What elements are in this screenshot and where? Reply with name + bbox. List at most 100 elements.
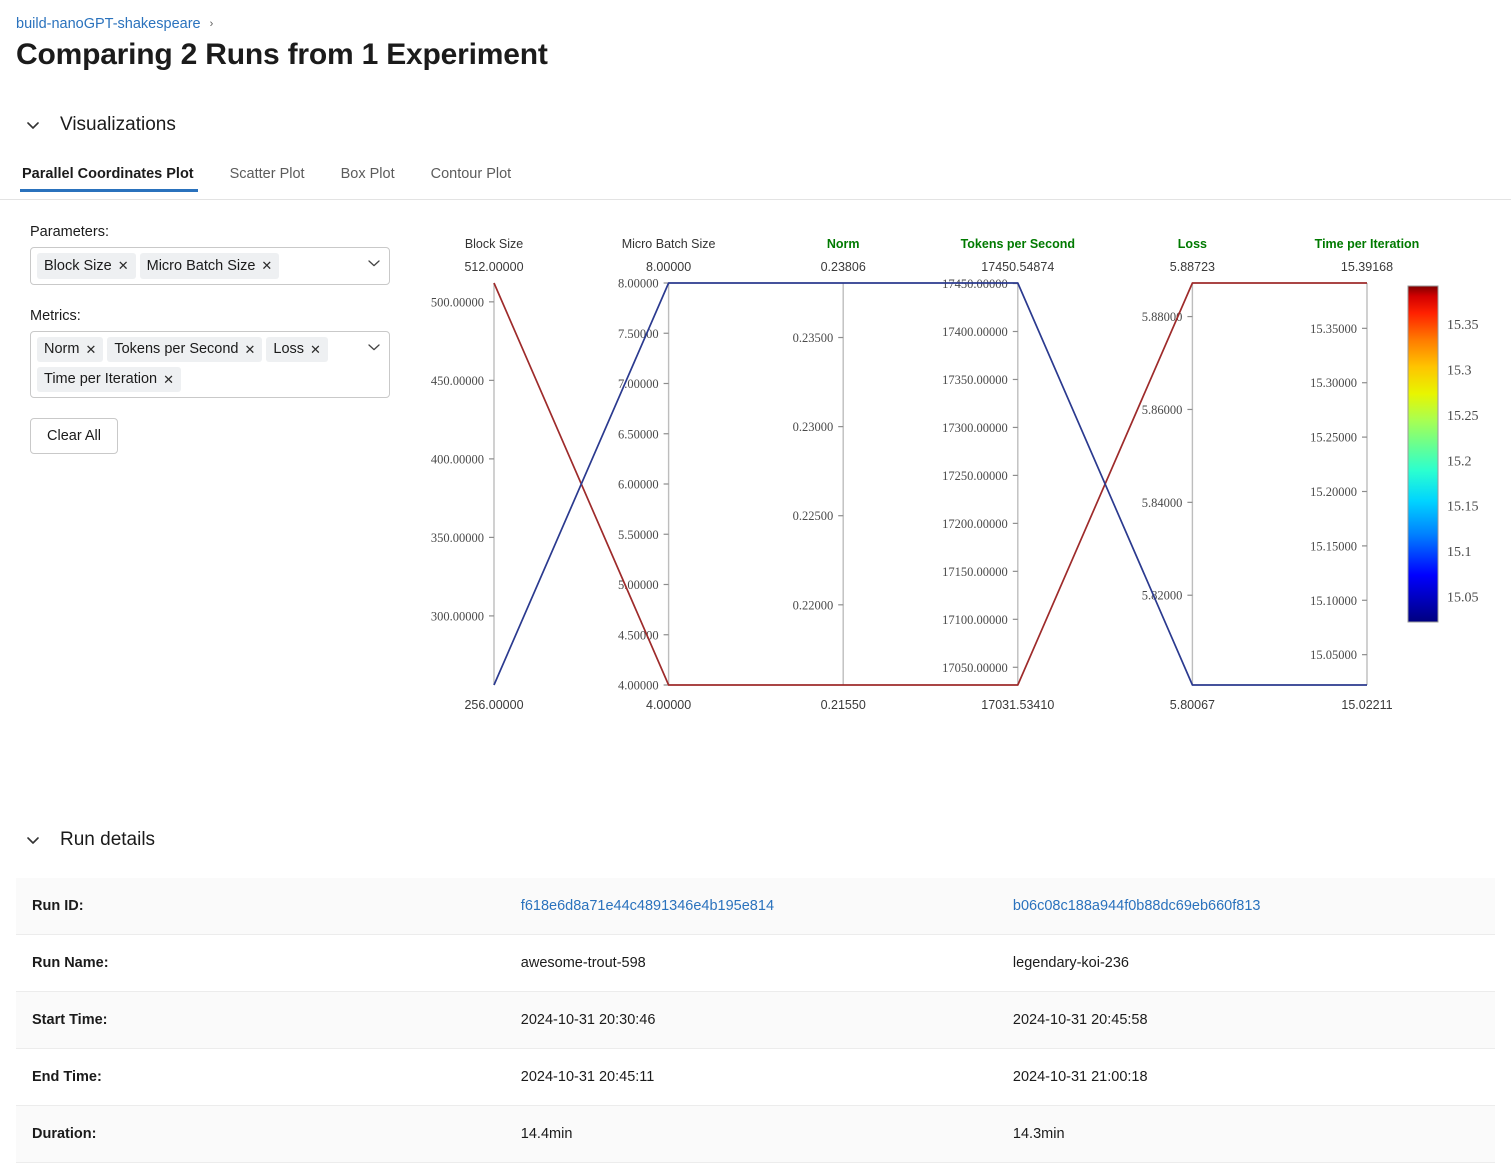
axis-tick-label: 15.30000 — [1310, 376, 1357, 390]
metric-chip-label: Norm — [44, 341, 80, 357]
metric-chip-label: Time per Iteration — [44, 371, 158, 387]
metric-chip-label: Tokens per Second — [114, 341, 239, 357]
metrics-multiselect[interactable]: Norm ✕ Tokens per Second ✕ Loss ✕ Time per Ite… — [30, 331, 390, 398]
run-detail-value: 2024-10-31 20:30:46 — [520, 1012, 656, 1028]
parameter-chip-label: Micro Batch Size — [146, 257, 256, 274]
clear-all-button[interactable]: Clear All — [30, 418, 118, 454]
remove-chip-icon[interactable]: ✕ — [163, 373, 174, 386]
run-detail-label: End Time: — [32, 1069, 102, 1085]
axis-tick-label: 6.50000 — [618, 427, 659, 441]
axis-tick-label: 15.35000 — [1310, 322, 1357, 336]
run-id-link[interactable]: b06c08c188a944f0b88dc69eb660f813 — [1003, 878, 1495, 935]
axis-tick-label: 15.15000 — [1310, 539, 1357, 553]
axis-title: Tokens per Second — [961, 237, 1075, 251]
axis-top-value: 17450.54874 — [981, 260, 1054, 274]
colorbar-tick-label: 15.2 — [1447, 454, 1472, 469]
axis-tick-label: 15.05000 — [1310, 648, 1357, 662]
axis-tick-label: 5.84000 — [1142, 496, 1183, 510]
parameter-chip-label: Block Size — [44, 257, 112, 274]
colorbar-tick-label: 15.05 — [1447, 591, 1479, 606]
run-details-table: Run ID: f618e6d8a71e44c4891346e4b195e814 b… — [16, 878, 1495, 1163]
parameters-multiselect[interactable]: Block Size ✕ Micro Batch Size ✕ — [30, 247, 390, 285]
axis-tick-label: 17300.00000 — [942, 421, 1008, 435]
axis-top-value: 8.00000 — [646, 260, 691, 274]
colorbar-tick-label: 15.1 — [1447, 545, 1472, 560]
axis-tick-label: 350.00000 — [431, 531, 484, 545]
tab-box-plot[interactable]: Box Plot — [323, 166, 413, 192]
axis-tick-label: 17350.00000 — [942, 373, 1008, 387]
axis-tick-label: 5.50000 — [618, 528, 659, 542]
axis-tick-label: 17450.00000 — [942, 277, 1008, 291]
axis-tick-label: 15.25000 — [1310, 431, 1357, 445]
axis-tick-label: 5.00000 — [618, 578, 659, 592]
axis-bottom-value: 15.02211 — [1341, 698, 1392, 712]
chevron-down-icon[interactable] — [368, 259, 380, 267]
axis-tick-label: 5.82000 — [1142, 589, 1183, 603]
tab-contour-plot[interactable]: Contour Plot — [413, 166, 530, 192]
metric-chip[interactable]: Tokens per Second ✕ — [107, 337, 263, 362]
axis-tick-label: 4.00000 — [618, 679, 659, 693]
metric-chip[interactable]: Norm ✕ — [37, 337, 104, 362]
metric-chip-label: Loss — [273, 341, 305, 357]
metric-chip[interactable]: Loss ✕ — [266, 337, 328, 362]
axis-title: Block Size — [465, 237, 523, 251]
axis-title: Loss — [1178, 237, 1207, 251]
tab-parallel-coordinates-plot[interactable]: Parallel Coordinates Plot — [18, 166, 212, 192]
visualizations-section-toggle[interactable]: Visualizations — [24, 114, 176, 136]
axis-tick-label: 0.22500 — [793, 509, 834, 523]
axis-tick-label: 300.00000 — [431, 609, 484, 623]
visualizations-section-label: Visualizations — [60, 114, 176, 135]
axis-tick-label: 17050.00000 — [942, 661, 1008, 675]
run-detail-label: Run Name: — [32, 955, 109, 971]
table-row: Run ID: f618e6d8a71e44c4891346e4b195e814 b… — [16, 878, 1495, 935]
colorbar-tick-label: 15.15 — [1447, 500, 1479, 515]
run-detail-label: Run ID: — [32, 898, 84, 914]
remove-chip-icon[interactable]: ✕ — [85, 343, 96, 356]
table-row: Run Name: awesome-trout-598 legendary-koi-… — [16, 935, 1495, 992]
axis-tick-label: 17400.00000 — [942, 325, 1008, 339]
run-detail-value: 2024-10-31 21:00:18 — [1012, 1069, 1148, 1085]
axis-tick-label: 15.20000 — [1310, 485, 1357, 499]
metric-chip[interactable]: Time per Iteration ✕ — [37, 367, 181, 392]
remove-chip-icon[interactable]: ✕ — [261, 259, 272, 272]
axis-title: Time per Iteration — [1315, 237, 1420, 251]
chevron-down-icon[interactable] — [368, 343, 380, 351]
axis-top-value: 15.39168 — [1341, 260, 1393, 274]
remove-chip-icon[interactable]: ✕ — [118, 259, 129, 272]
chevron-down-icon — [24, 116, 42, 134]
run-detail-label: Duration: — [32, 1126, 97, 1142]
table-row: End Time: 2024-10-31 20:45:11 2024-10-31 2… — [16, 1049, 1495, 1106]
parallel-coordinates-plot[interactable]: Block Size 512.00000 256.00000 Micro Batch … — [408, 226, 1498, 716]
axis-tick-label: 17150.00000 — [942, 565, 1008, 579]
remove-chip-icon[interactable]: ✕ — [245, 343, 256, 356]
breadcrumb-experiment-link[interactable]: build-nanoGPT-shakespeare — [16, 14, 201, 34]
axis-bottom-value: 4.00000 — [646, 698, 691, 712]
axis-tick-label: 17250.00000 — [942, 469, 1008, 483]
run-detail-value: awesome-trout-598 — [520, 955, 646, 971]
run-detail-value: 2024-10-31 20:45:11 — [520, 1069, 655, 1085]
plot-controls-panel: Parameters: Block Size ✕ Micro Batch Size ✕… — [30, 224, 390, 454]
run-detail-label: Start Time: — [32, 1012, 108, 1028]
axis-bottom-value: 256.00000 — [464, 698, 523, 712]
axis-bottom-value: 0.21550 — [821, 698, 866, 712]
tab-scatter-plot[interactable]: Scatter Plot — [212, 166, 323, 192]
axis-title: Norm — [827, 237, 860, 251]
axis-tick-label: 0.23000 — [793, 420, 834, 434]
axis-tick-label: 7.50000 — [618, 327, 659, 341]
axis-title: Micro Batch Size — [622, 237, 716, 251]
parameter-chip[interactable]: Block Size ✕ — [37, 253, 136, 279]
axis-tick-label: 17200.00000 — [942, 517, 1008, 531]
axis-top-value: 5.88723 — [1170, 260, 1215, 274]
metrics-label: Metrics: — [30, 308, 81, 324]
parameter-chip[interactable]: Micro Batch Size ✕ — [139, 253, 280, 279]
breadcrumb: build-nanoGPT-shakespeare › — [16, 14, 213, 34]
axis-top-value: 0.23806 — [821, 260, 866, 274]
chevron-down-icon — [24, 831, 42, 849]
remove-chip-icon[interactable]: ✕ — [310, 343, 321, 356]
run-details-section-toggle[interactable]: Run details — [24, 829, 155, 851]
table-row: Duration: 14.4min 14.3min — [16, 1105, 1495, 1163]
axis-top-value: 512.00000 — [464, 260, 523, 274]
run-id-link[interactable]: f618e6d8a71e44c4891346e4b195e814 — [511, 878, 1003, 935]
colorbar-tick-label: 15.35 — [1447, 318, 1479, 333]
axis-tick-label: 15.10000 — [1310, 594, 1357, 608]
